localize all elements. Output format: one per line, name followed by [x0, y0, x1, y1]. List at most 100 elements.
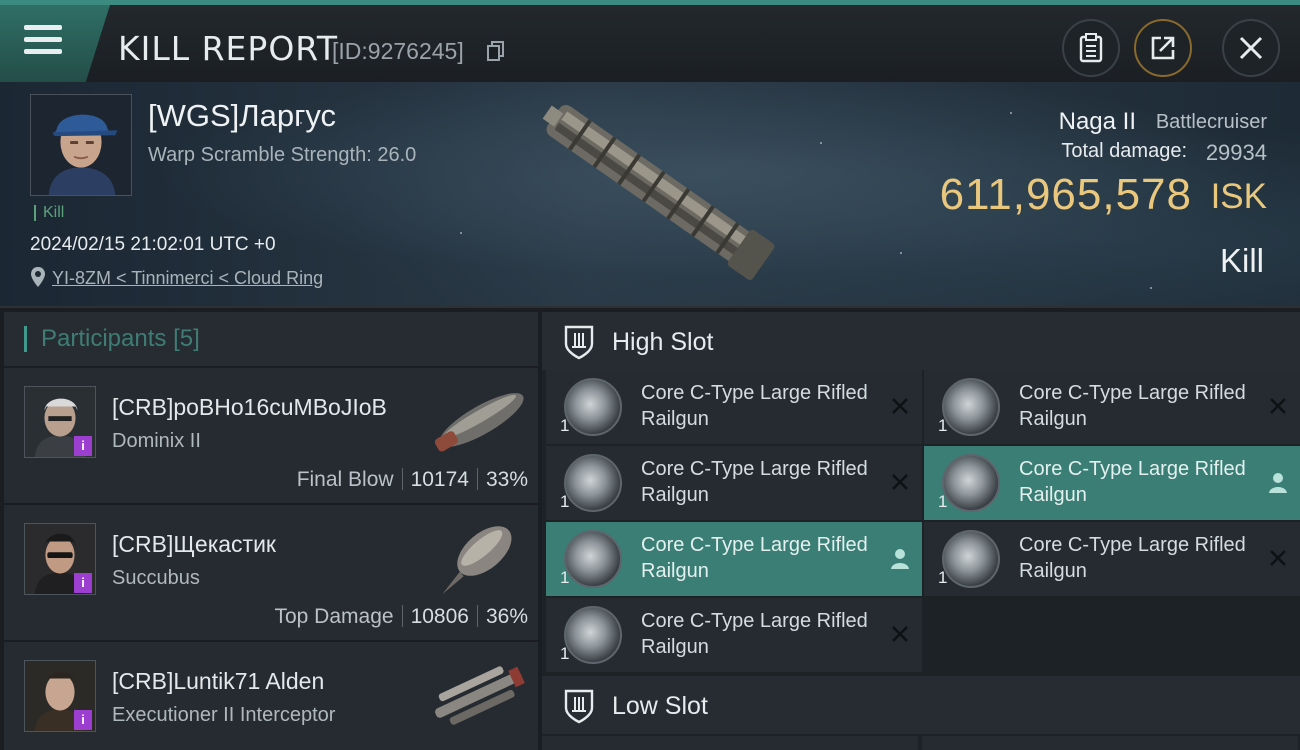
- participant-row[interactable]: i [CRB]poBHo16cuMBoJIoB Dominix II Final…: [4, 368, 538, 505]
- participants-count: [5]: [173, 325, 200, 352]
- victim-banner: [WGS]Ларгус Warp Scramble Strength: 26.0…: [0, 82, 1300, 308]
- participant-ship: Dominix II: [112, 430, 201, 452]
- share-button[interactable]: [1134, 19, 1192, 77]
- report-id: [ID:9276245]: [332, 38, 464, 64]
- railgun-icon: [564, 530, 622, 588]
- participant-ship-image: [434, 393, 524, 452]
- corp-badge: i: [74, 573, 92, 593]
- total-damage-label: Total damage:: [1061, 140, 1187, 162]
- module-slot[interactable]: 1 Core C-Type Large Rifled Railgun: [546, 370, 922, 444]
- slot-shield-icon: [564, 689, 594, 724]
- module-slot[interactable]: 1 Core C-Type Large Rifled Railgun: [546, 598, 922, 672]
- module-quantity: 1: [938, 568, 948, 587]
- copy-icon[interactable]: [487, 41, 505, 61]
- module-slot[interactable]: 1 Core C-Type Large Rifled Railgun: [546, 446, 922, 520]
- module-quantity: 1: [560, 492, 570, 511]
- module-quantity: 1: [938, 492, 948, 511]
- kill-result: Kill: [1219, 242, 1264, 279]
- participant-ship-image: [435, 666, 525, 725]
- victim-ship-class: Battlecruiser: [1155, 111, 1267, 133]
- kill-location-link[interactable]: YI-8ZM < Tinnimerci < Cloud Ring: [52, 268, 323, 289]
- participant-name[interactable]: [CRB]Luntik71 Alden: [112, 668, 324, 695]
- participant-stats: Final Blow 10174 33%: [297, 468, 528, 492]
- module-slot[interactable]: 1 Core C-Type Large Rifled Railgun: [924, 370, 1300, 444]
- participant-ship: Executioner II Interceptor: [112, 704, 336, 726]
- module-slot-dropped[interactable]: 1 Core C-Type Large Rifled Railgun: [546, 522, 922, 596]
- railgun-icon: [942, 378, 1000, 436]
- railgun-icon: [564, 606, 622, 664]
- person-icon: [891, 549, 909, 569]
- hamburger-icon[interactable]: [24, 25, 62, 57]
- x-icon: [1270, 550, 1286, 566]
- page-title: KILL REPORT: [118, 29, 338, 68]
- participant-row[interactable]: i [CRB]Luntik71 Alden Executioner II Int…: [4, 642, 538, 750]
- module-quantity: 1: [560, 568, 570, 587]
- participant-ship: Succubus: [112, 567, 200, 589]
- low-slot-label: Low Slot: [612, 692, 708, 720]
- module-name: Core C-Type Large Rifled Railgun: [1019, 458, 1246, 506]
- slot-shield-icon: [564, 325, 594, 360]
- high-slot-label: High Slot: [612, 328, 714, 356]
- railgun-icon: [564, 378, 622, 436]
- participant-name[interactable]: [CRB]Щекастик: [112, 531, 276, 558]
- victim-name[interactable]: [WGS]Ларгус: [148, 98, 336, 134]
- module-slot-dropped[interactable]: 1 Core C-Type Large Rifled Railgun: [924, 446, 1300, 520]
- participant-row[interactable]: i [CRB]Щекастик Succubus Top Damage 10806…: [4, 505, 538, 642]
- isk-value: 611,965,578: [939, 170, 1192, 219]
- star: [1150, 287, 1152, 289]
- participants-title-text: Participants: [41, 325, 167, 352]
- module-quantity: 1: [560, 416, 570, 435]
- location-pin-icon: [31, 267, 45, 287]
- close-icon: [1239, 36, 1263, 60]
- participant-name[interactable]: [CRB]poBHo16cuMBoJIoB: [112, 394, 387, 421]
- victim-portrait[interactable]: [30, 94, 132, 196]
- clipboard-button[interactable]: [1062, 19, 1120, 77]
- module-name: Core C-Type Large Rifled Railgun: [641, 534, 868, 582]
- corp-badge: i: [74, 710, 92, 730]
- stat-label: Final Blow: [296, 468, 394, 491]
- star: [1010, 112, 1012, 114]
- module-quantity: 1: [938, 416, 948, 435]
- railgun-icon: [564, 454, 622, 512]
- stat-percent: 33%: [485, 468, 528, 491]
- victim-ship-name[interactable]: Naga II: [1059, 108, 1136, 136]
- module-name: Core C-Type Large Rifled Railgun: [641, 382, 868, 430]
- share-icon: [1151, 36, 1175, 60]
- corp-badge: i: [74, 436, 92, 456]
- x-icon: [892, 398, 908, 414]
- high-slot-header: High Slot: [542, 312, 1300, 370]
- participants-panel: Participants [5] i [CRB]poBHo16cuMBoJIoB…: [4, 312, 538, 750]
- module-slot[interactable]: 1 Core C-Type Large Rifled Railgun: [924, 522, 1300, 596]
- module-name: Core C-Type Large Rifled Railgun: [1019, 534, 1246, 582]
- low-slot-header: Low Slot: [542, 676, 1300, 734]
- kill-timestamp: 2024/02/15 21:02:01 UTC +0: [30, 234, 276, 255]
- clipboard-icon: [1079, 33, 1103, 63]
- top-bar: KILL REPORT [ID:9276245]: [0, 0, 1300, 82]
- module-name: Core C-Type Large Rifled Railgun: [641, 458, 868, 506]
- star: [900, 252, 902, 254]
- x-icon: [892, 626, 908, 642]
- victim-ship-image: [542, 105, 775, 280]
- fitting-panel: High Slot 1 Core C-Type Large Rifled Rai…: [542, 312, 1300, 750]
- participants-header: Participants [5]: [4, 312, 538, 368]
- close-button[interactable]: [1222, 19, 1280, 77]
- isk-unit: ISK: [1210, 177, 1267, 216]
- kill-tag: Kill: [34, 205, 64, 221]
- participant-ship-image: [442, 526, 512, 595]
- module-name: Core C-Type Large Rifled Railgun: [641, 610, 868, 658]
- x-icon: [892, 474, 908, 490]
- stat-percent: 36%: [485, 605, 528, 628]
- railgun-icon: [942, 530, 1000, 588]
- railgun-icon: [942, 454, 1000, 512]
- person-icon: [1269, 473, 1287, 493]
- module-name: Core C-Type Large Rifled Railgun: [1019, 382, 1246, 430]
- menu-tab[interactable]: [0, 5, 110, 82]
- star: [460, 232, 462, 234]
- stat-damage: 10174: [410, 468, 469, 491]
- participant-stats: Top Damage 10806 36%: [274, 605, 528, 629]
- module-slot[interactable]: [922, 736, 1298, 750]
- stat-damage: 10806: [410, 605, 469, 628]
- stat-label: Top Damage: [274, 605, 394, 628]
- module-slot[interactable]: [542, 736, 918, 750]
- total-damage-value: 29934: [1205, 140, 1267, 165]
